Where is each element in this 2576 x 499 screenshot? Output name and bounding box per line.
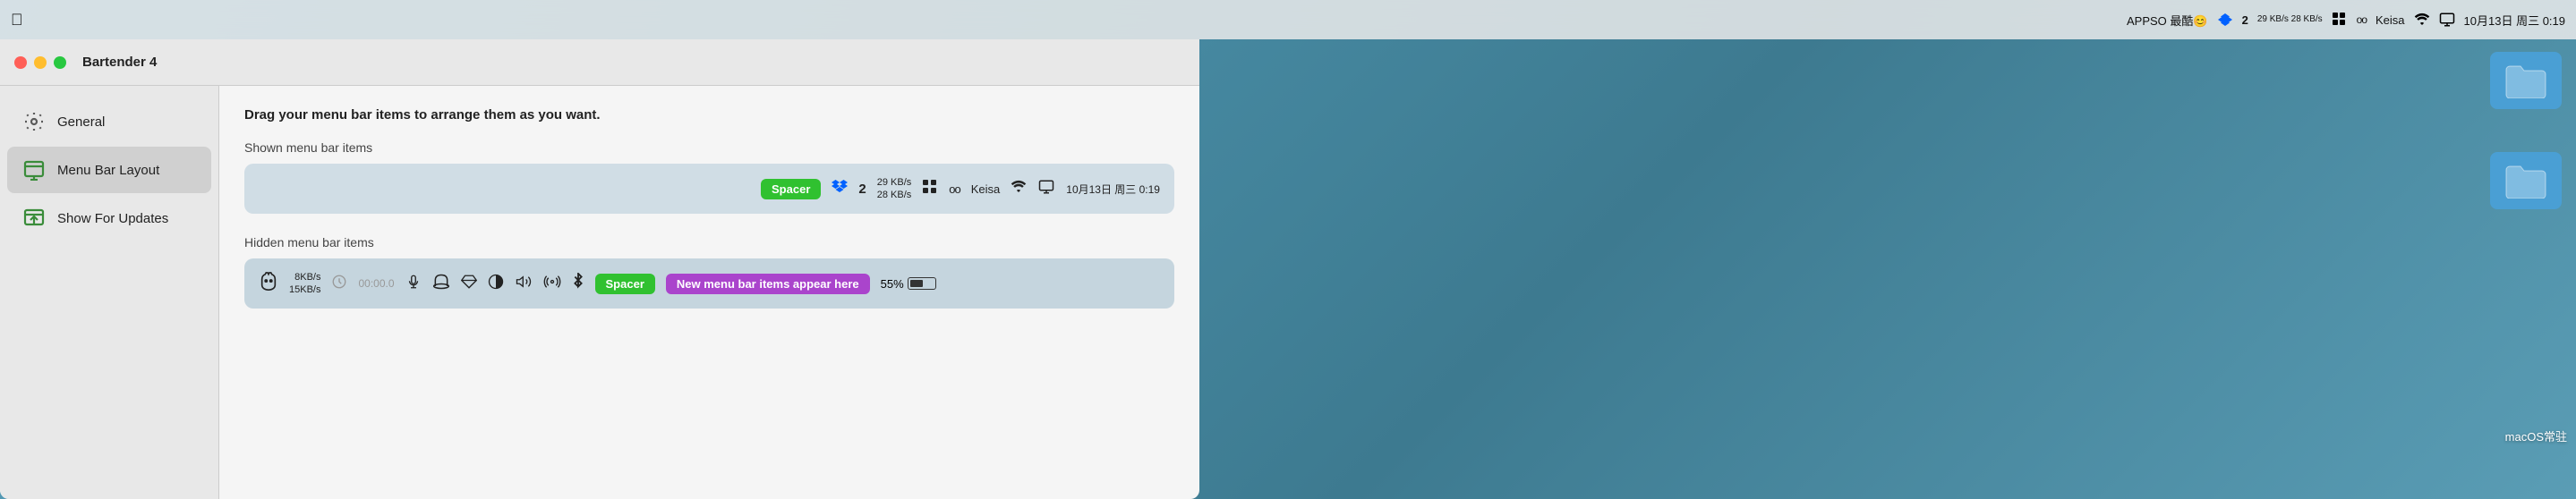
desktop-folder-2[interactable] (2490, 152, 2562, 209)
volume-strip-icon (515, 274, 533, 294)
title-bar: Bartender 4 (0, 39, 1199, 86)
wifi-strip-icon (1011, 179, 1027, 199)
drag-hint: Drag your menu bar items to arrange them… (244, 107, 1174, 123)
glasses-menubar-icon: oo (2357, 13, 2367, 26)
battery-fill (910, 280, 923, 287)
cat-strip-icon (259, 272, 278, 296)
display-strip-icon (1037, 179, 1055, 199)
hidden-menubar-strip[interactable]: 8KB/s15KB/s 00:00.0 (244, 258, 1174, 309)
close-button[interactable] (14, 56, 27, 69)
window-title: Bartender 4 (82, 55, 157, 70)
folder-icon-1 (2490, 52, 2562, 109)
hidden-section-label: Hidden menu bar items (244, 235, 1174, 249)
sidebar-item-show-for-updates[interactable]: Show For Updates (7, 195, 211, 241)
dropbox-strip-icon (832, 180, 848, 199)
menubar-right: APPSO 最酷😊 2 29 KB/s 28 KB/s oo Keisa (2127, 12, 2565, 29)
display-menubar-icon (2439, 12, 2455, 28)
menu-bar-layout-label: Menu Bar Layout (57, 163, 159, 178)
speed2-strip-text: 8KB/s15KB/s (289, 271, 320, 297)
speed-display: 29 KB/s 28 KB/s (2257, 14, 2323, 25)
number2-strip-icon: 2 (858, 182, 866, 197)
glasses-strip-icon: oo (949, 182, 960, 196)
menubar-layout-icon (21, 157, 47, 182)
shown-section-label: Shown menu bar items (244, 140, 1174, 155)
show-for-updates-label: Show For Updates (57, 211, 168, 226)
appso-label: APPSO 最酷😊 (2127, 12, 2208, 29)
keisa-strip-label: Keisa (971, 182, 1001, 196)
sidebar-item-general[interactable]: General (7, 98, 211, 145)
menubar:  APPSO 最酷😊 2 29 KB/s 28 KB/s oo Keisa (0, 0, 2576, 39)
macos-label-container: macOS常驻 (2505, 427, 2567, 445)
spacer-badge-hidden[interactable]: Spacer (595, 274, 655, 294)
battery-bar (908, 277, 936, 290)
spacer-badge-shown[interactable]: Spacer (761, 179, 821, 199)
app-window: Bartender 4 General (0, 39, 1199, 499)
macos-resident-label: macOS常驻 (2505, 430, 2567, 444)
halfcircle-strip-icon (488, 274, 504, 294)
battery-percent-label: 55% (881, 277, 904, 291)
dropbox-menubar-icon (2217, 12, 2233, 28)
diamond-strip-icon (461, 274, 477, 294)
desktop-folder-1[interactable] (2490, 52, 2562, 109)
speed-strip-text: 29 KB/s28 KB/s (877, 176, 912, 202)
new-items-badge: New menu bar items appear here (666, 274, 870, 294)
hat-strip-icon (432, 274, 450, 294)
traffic-lights (14, 56, 66, 69)
main-content: Drag your menu bar items to arrange them… (219, 86, 1199, 499)
grid-strip-icon (922, 179, 938, 199)
bluetooth-strip-icon (572, 273, 584, 295)
timer-strip-icon (331, 274, 347, 294)
mic-strip-icon (405, 274, 422, 294)
datetime-display: 10月13日 周三 0:19 (2464, 12, 2565, 29)
sidebar-item-menu-bar-layout[interactable]: Menu Bar Layout (7, 147, 211, 193)
shown-menubar-strip[interactable]: Spacer 2 29 KB/s28 KB/s (244, 164, 1174, 214)
battery-indicator: 55% (881, 277, 936, 291)
minimize-button[interactable] (34, 56, 47, 69)
window-body: General Menu Bar Layout (0, 86, 1199, 499)
keisa-label: Keisa (2376, 13, 2405, 27)
signal-strip-icon (543, 274, 561, 294)
update-icon (21, 206, 47, 231)
gear-icon (21, 109, 47, 134)
apple-logo-icon[interactable]:  (11, 11, 23, 30)
maximize-button[interactable] (54, 56, 66, 69)
folder-icon-2 (2490, 152, 2562, 209)
wifi-menubar-icon (2414, 12, 2430, 28)
grid-menubar-icon (2332, 12, 2348, 28)
general-label: General (57, 114, 105, 130)
sidebar: General Menu Bar Layout (0, 86, 219, 499)
menubar-left:  (11, 11, 2127, 30)
datetime-strip-label: 10月13日 周三 0:19 (1066, 182, 1160, 197)
number2-menubar-icon: 2 (2242, 13, 2248, 27)
timer-label: 00:00.0 (358, 277, 394, 290)
